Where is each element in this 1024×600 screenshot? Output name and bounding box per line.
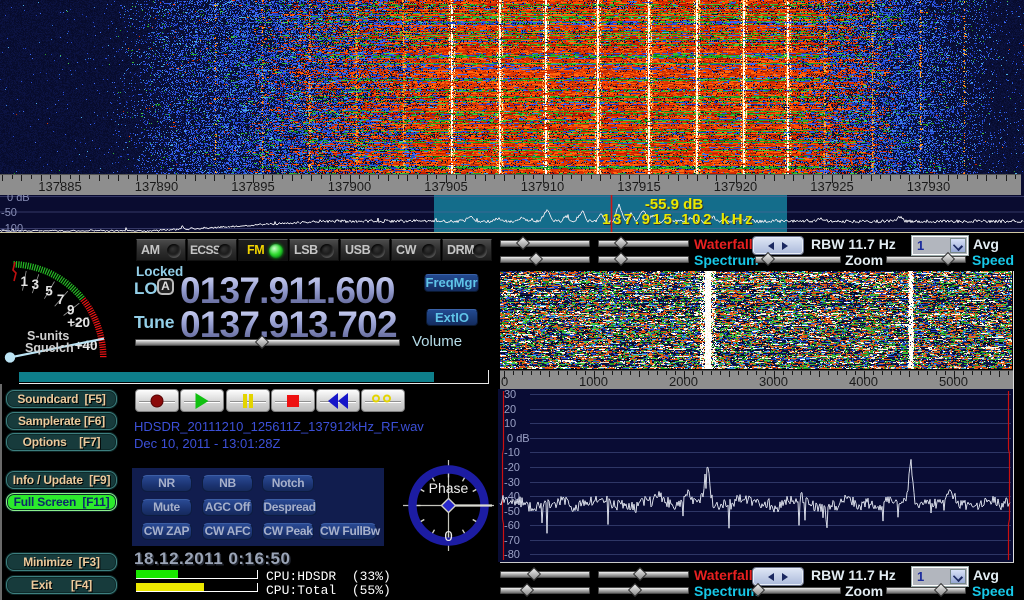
svg-text:1: 1 [20,274,28,289]
svg-text:7: 7 [57,292,65,307]
svg-text:3: 3 [31,277,39,292]
svg-text:0: 0 [444,528,452,545]
svg-text:5: 5 [45,284,53,299]
svg-text:Phase: Phase [429,480,469,496]
svg-text:+20: +20 [67,315,90,330]
